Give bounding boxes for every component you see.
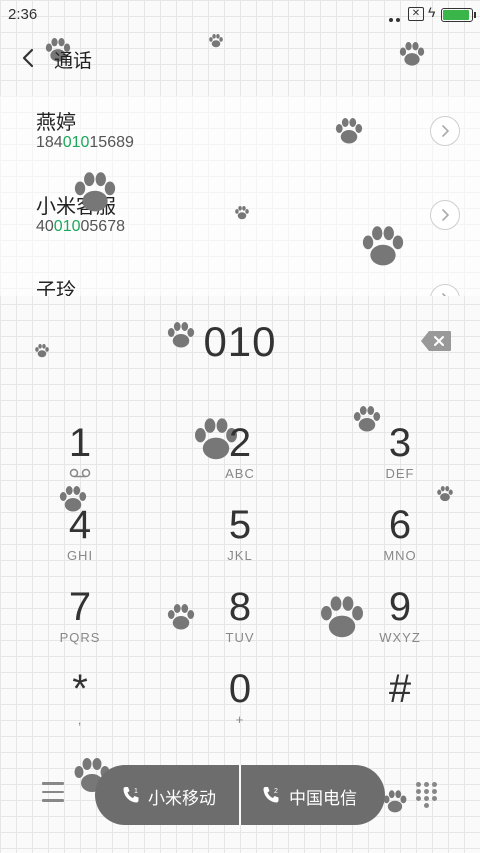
contact-name: 燕婷: [36, 112, 76, 134]
dial-key-9[interactable]: 9 WXYZ: [325, 584, 475, 664]
back-arrow-icon[interactable]: [16, 45, 42, 71]
contact-name: 子玲: [36, 280, 76, 296]
dial-key-0[interactable]: 0 +: [165, 666, 315, 746]
phone-sim2-icon: 2: [261, 785, 281, 805]
voicemail-icon: [5, 466, 155, 482]
dial-key-3[interactable]: 3 DEF: [325, 420, 475, 500]
svg-text:2: 2: [274, 788, 278, 795]
dial-key-star[interactable]: * ,: [5, 666, 155, 746]
contact-detail-button[interactable]: [430, 116, 460, 146]
contact-item[interactable]: 子玲: [0, 264, 480, 296]
backspace-icon[interactable]: [420, 330, 452, 352]
contact-detail-button[interactable]: [430, 284, 460, 296]
dialed-number-display: 010: [203, 318, 277, 365]
svg-text:1: 1: [134, 788, 138, 795]
call-sim1-label: 小米移动: [148, 789, 216, 808]
contact-number: 18401015689: [36, 134, 134, 151]
paw-print-decoration: [234, 206, 250, 220]
dial-key-4[interactable]: 4 GHI: [5, 502, 155, 582]
page-title: 通话: [54, 51, 93, 72]
phone-sim1-icon: 1: [121, 785, 141, 805]
dial-key-1[interactable]: 1: [5, 420, 155, 500]
dial-key-2[interactable]: 2 ABC: [165, 420, 315, 500]
contact-number: 4001005678: [36, 218, 125, 235]
paw-print-decoration: [360, 226, 406, 268]
call-button-group: 1 小米移动 2 中国电信: [95, 765, 385, 825]
dial-key-6[interactable]: 6 MNO: [325, 502, 475, 582]
number-match-highlight: 010: [53, 218, 81, 235]
number-match-highlight: 010: [62, 134, 90, 151]
keypad-toggle-icon[interactable]: [416, 782, 438, 808]
menu-icon[interactable]: [42, 782, 64, 802]
no-sim-icon: ✕: [408, 7, 424, 21]
bottom-action-bar: 1 小米移动 2 中国电信: [0, 760, 480, 830]
status-time: 2:36: [8, 6, 38, 23]
charging-icon: ϟ: [428, 4, 436, 20]
dial-key-7[interactable]: 7 PQRS: [5, 584, 155, 664]
header: 通话: [0, 36, 480, 80]
status-bar: 2:36 ✕ ϟ: [0, 0, 480, 30]
call-sim2-button[interactable]: 2 中国电信: [241, 765, 385, 825]
battery-icon: [441, 8, 476, 22]
contact-item[interactable]: 燕婷 18401015689: [0, 96, 480, 178]
paw-print-decoration: [72, 172, 118, 214]
signal-dots-icon: [388, 11, 402, 22]
paw-print-decoration: [334, 118, 364, 145]
dial-key-8[interactable]: 8 TUV: [165, 584, 315, 664]
call-sim1-button[interactable]: 1 小米移动: [95, 765, 239, 825]
call-sim2-label: 中国电信: [289, 789, 357, 808]
dial-key-hash[interactable]: #: [325, 666, 475, 746]
contact-detail-button[interactable]: [430, 200, 460, 230]
dial-key-5[interactable]: 5 JKL: [165, 502, 315, 582]
